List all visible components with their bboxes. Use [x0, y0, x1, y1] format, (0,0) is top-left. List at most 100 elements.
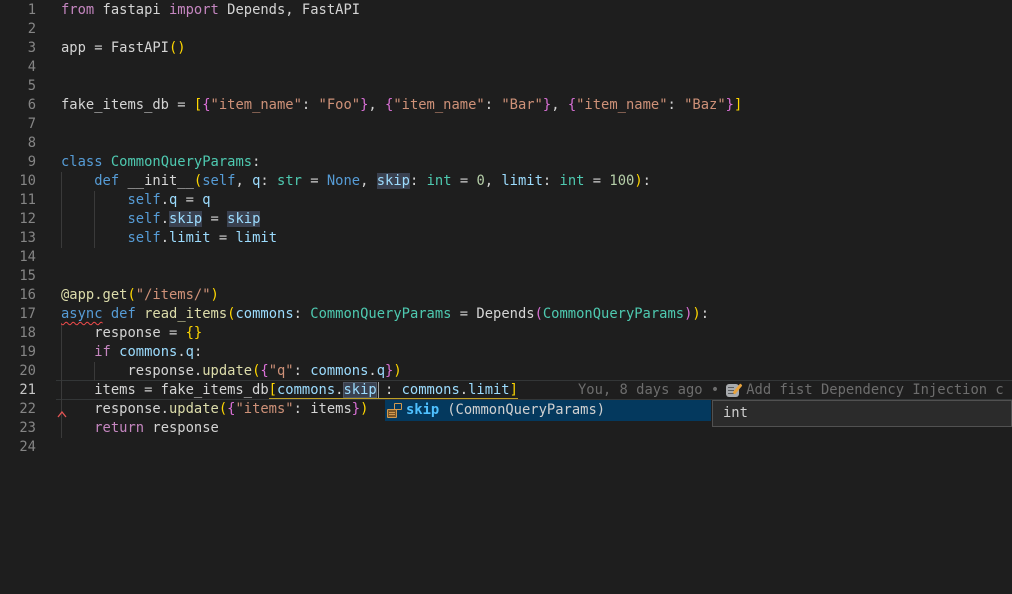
code-line[interactable]: 20 response.update({"q": commons.q}) — [0, 362, 1012, 381]
code-line[interactable]: 24 — [0, 438, 1012, 457]
code-token: ) — [393, 363, 401, 379]
code-text: async def read_items(commons: CommonQuer… — [36, 305, 709, 324]
line-number[interactable]: 5 — [0, 77, 36, 96]
code-line[interactable]: 11 self.q = q — [0, 191, 1012, 210]
line-number[interactable]: 2 — [0, 20, 36, 39]
code-token — [61, 192, 127, 208]
code-line[interactable]: 12 self.skip = skip — [0, 210, 1012, 229]
code-line[interactable]: 7 — [0, 115, 1012, 134]
code-token: "item_name" — [211, 97, 302, 113]
code-token: from — [61, 2, 94, 18]
code-text: self.q = q — [36, 191, 211, 210]
line-number[interactable]: 14 — [0, 248, 36, 267]
code-token: int — [560, 173, 585, 189]
code-token: = — [177, 192, 202, 208]
code-token: } — [726, 97, 734, 113]
code-line[interactable]: 1from fastapi import Depends, FastAPI — [0, 1, 1012, 20]
line-number[interactable]: 23 — [0, 419, 36, 438]
line-number[interactable]: 7 — [0, 115, 36, 134]
code-line[interactable]: 18 response = {} — [0, 324, 1012, 343]
code-line[interactable]: 4 — [0, 58, 1012, 77]
code-token: { — [568, 97, 576, 113]
code-line[interactable]: 14 — [0, 248, 1012, 267]
code-token: ] — [510, 382, 518, 399]
code-token: read_items — [144, 306, 227, 322]
line-number[interactable]: 20 — [0, 362, 36, 381]
blame-message: Add fist Dependency Injection c — [746, 381, 1004, 400]
code-token: 0 — [476, 173, 484, 189]
code-token: ( — [194, 173, 202, 189]
code-text — [36, 115, 61, 134]
line-number[interactable]: 21 — [0, 381, 36, 400]
line-number[interactable]: 4 — [0, 58, 36, 77]
code-line[interactable]: 10 def __init__(self, q: str = None, ski… — [0, 172, 1012, 191]
code-line[interactable]: 3app = FastAPI() — [0, 39, 1012, 58]
line-number[interactable]: 11 — [0, 191, 36, 210]
code-token: : — [377, 382, 402, 399]
code-token: @app.get — [61, 287, 127, 303]
line-number[interactable]: 19 — [0, 343, 36, 362]
code-token: = — [302, 173, 327, 189]
code-token: self — [127, 192, 160, 208]
code-text: response.update({"items": items}) — [36, 400, 368, 419]
code-text — [36, 77, 61, 96]
line-number[interactable]: 22 — [0, 400, 36, 419]
code-token: self — [127, 230, 160, 246]
code-token: : — [252, 154, 260, 170]
code-token — [136, 306, 144, 322]
suggest-details-panel: int — [712, 400, 1012, 427]
code-token: } — [352, 401, 360, 417]
code-editor: 1from fastapi import Depends, FastAPI23a… — [0, 0, 1012, 594]
code-line[interactable]: 5 — [0, 77, 1012, 96]
code-token: [ — [269, 382, 277, 399]
line-number[interactable]: 18 — [0, 324, 36, 343]
code-token: skip — [377, 173, 410, 189]
line-number[interactable]: 13 — [0, 229, 36, 248]
line-number[interactable]: 15 — [0, 267, 36, 286]
code-token: : — [260, 173, 277, 189]
code-line[interactable]: 2 — [0, 20, 1012, 39]
code-token: : — [543, 173, 560, 189]
line-number[interactable]: 6 — [0, 96, 36, 115]
code-token: : — [643, 173, 651, 189]
code-text — [36, 58, 61, 77]
code-token: limit — [501, 173, 543, 189]
code-token: limit — [468, 382, 510, 399]
line-number[interactable]: 10 — [0, 172, 36, 191]
code-token: ( — [219, 401, 227, 417]
line-number[interactable]: 12 — [0, 210, 36, 229]
line-number[interactable]: 3 — [0, 39, 36, 58]
code-line[interactable]: 6fake_items_db = [{"item_name": "Foo"}, … — [0, 96, 1012, 115]
code-text: items = fake_items_db[commons.skip : com… — [36, 381, 518, 400]
code-line[interactable]: 17async def read_items(commons: CommonQu… — [0, 305, 1012, 324]
code-text: self.limit = limit — [36, 229, 277, 248]
code-line[interactable]: 19 if commons.q: — [0, 343, 1012, 362]
line-number[interactable]: 17 — [0, 305, 36, 324]
line-number[interactable]: 24 — [0, 438, 36, 457]
code-line[interactable]: 16@app.get("/items/") — [0, 286, 1012, 305]
code-line[interactable]: 9class CommonQueryParams: — [0, 153, 1012, 172]
code-line[interactable]: 8 — [0, 134, 1012, 153]
code-token: skip — [169, 211, 202, 227]
code-token: ( — [535, 306, 543, 322]
code-token: : — [294, 401, 311, 417]
code-token: update — [202, 363, 252, 379]
code-token — [61, 420, 94, 436]
git-blame-annotation[interactable]: You, 8 days ago •Add fist Dependency Inj… — [578, 381, 1004, 400]
suggest-item-skip[interactable]: skip (CommonQueryParams) — [385, 400, 711, 421]
line-number[interactable]: 1 — [0, 1, 36, 20]
code-text — [36, 248, 61, 267]
code-token: "Bar" — [501, 97, 543, 113]
code-token: def — [94, 173, 119, 189]
code-token: self — [202, 173, 235, 189]
code-line[interactable]: 13 self.limit = limit — [0, 229, 1012, 248]
code-token — [103, 154, 111, 170]
code-line[interactable]: 15 — [0, 267, 1012, 286]
line-number[interactable]: 9 — [0, 153, 36, 172]
code-token: } — [543, 97, 551, 113]
code-token: = — [584, 173, 609, 189]
code-token: 100 — [609, 173, 634, 189]
line-number[interactable]: 16 — [0, 286, 36, 305]
line-number[interactable]: 8 — [0, 134, 36, 153]
code-token: items = fake_items_db — [61, 382, 269, 398]
